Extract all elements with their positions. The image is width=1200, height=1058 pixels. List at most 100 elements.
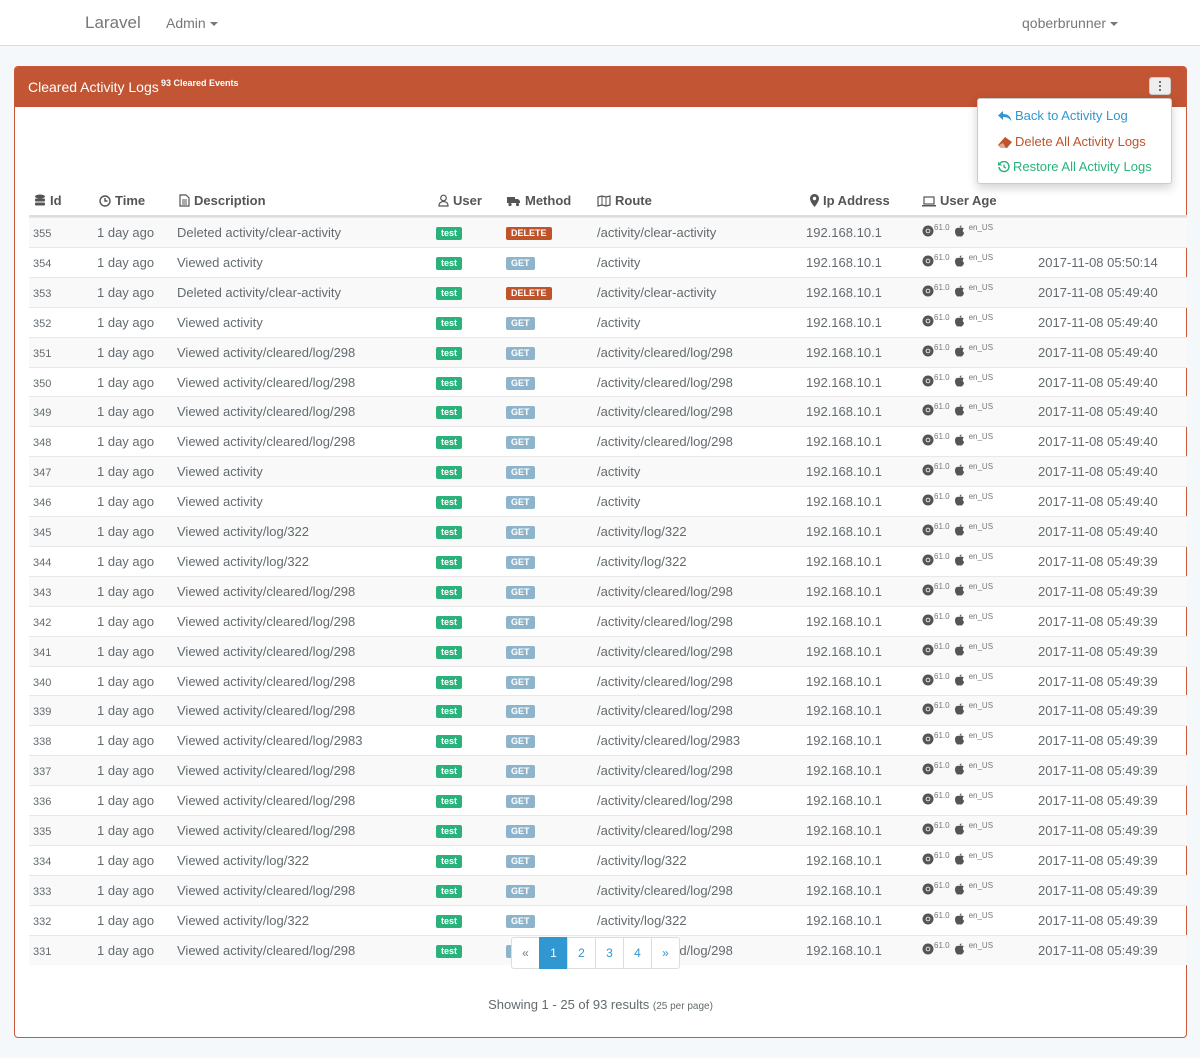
user-label[interactable]: test — [436, 944, 463, 958]
header-user[interactable]: User — [438, 193, 482, 208]
user-label[interactable]: test — [436, 555, 463, 569]
user-menu[interactable]: qoberbrunner — [1022, 15, 1119, 31]
header-route[interactable]: Route — [597, 193, 652, 208]
header-time[interactable]: Time — [99, 193, 145, 208]
user-label[interactable]: test — [436, 227, 463, 240]
locale: en_US — [968, 641, 994, 651]
header-ip[interactable]: Ip Address — [810, 193, 890, 208]
user-label[interactable]: test — [436, 825, 463, 838]
user-label[interactable]: test — [436, 735, 463, 749]
table-row[interactable]: 343 1 day ago Viewed activity/cleared/log/… — [29, 575, 1187, 606]
table-row[interactable]: 335 1 day ago Viewed activity/cleared/log/… — [29, 815, 1187, 845]
user-label[interactable]: test — [436, 795, 463, 809]
user-label[interactable]: test — [436, 675, 463, 689]
header-id[interactable]: Id — [34, 193, 62, 208]
apple-icon — [954, 434, 964, 446]
table-row[interactable]: 344 1 day ago Viewed activity/log/322 test G… — [29, 545, 1187, 576]
table-row[interactable]: 345 1 day ago Viewed activity/log/322 test G… — [29, 516, 1187, 546]
user-label[interactable]: test — [436, 256, 463, 270]
user-label[interactable]: test — [436, 585, 463, 599]
page-link-2[interactable]: 2 — [567, 937, 596, 969]
chrome-icon — [922, 793, 934, 805]
user-label[interactable]: test — [436, 406, 463, 420]
user-label[interactable]: test — [436, 436, 463, 450]
table-row[interactable]: 347 1 day ago Viewed activity test GET/activ… — [29, 456, 1187, 487]
user-label[interactable]: test — [436, 615, 463, 629]
cell-ip: 192.168.10.1 — [806, 942, 882, 958]
user-label[interactable]: test — [436, 705, 463, 719]
cell-route: /activity/log/322 — [597, 852, 687, 868]
next-page-link[interactable]: » — [651, 937, 680, 969]
user-label[interactable]: test — [436, 346, 463, 360]
kebab-menu-button[interactable] — [1149, 77, 1171, 95]
cell-date: 2017-11-08 05:49:39 — [1038, 673, 1158, 689]
user-label[interactable]: test — [436, 526, 463, 539]
user-label[interactable]: test — [436, 765, 463, 779]
locale: en_US — [968, 731, 994, 741]
locale: en_US — [968, 910, 994, 920]
table-row[interactable]: 341 1 day ago Viewed activity/cleared/log/… — [29, 635, 1187, 666]
page-link-3[interactable]: 3 — [595, 937, 624, 969]
cell-user-agent: 61.0 en_US — [922, 582, 993, 596]
chrome-icon — [922, 674, 934, 685]
cell-time: 1 day ago — [97, 882, 155, 898]
chrome-icon — [922, 285, 934, 297]
table-row[interactable]: 346 1 day ago Viewed activity test GET/activ… — [29, 486, 1187, 516]
table-row[interactable]: 340 1 day ago Viewed activity/cleared/log/… — [29, 665, 1187, 696]
header-method[interactable]: Method — [507, 193, 571, 208]
cell-route: /activity/log/322 — [597, 524, 687, 539]
browser-version: 61.0 — [934, 252, 950, 262]
table-row[interactable]: 355 1 day ago Deleted activity/clear-activ… — [29, 217, 1187, 247]
cell-id: 333 — [33, 885, 52, 898]
page-link-1[interactable]: 1 — [539, 937, 568, 969]
table-row[interactable]: 351 1 day ago Viewed activity/cleared/log/… — [29, 336, 1187, 367]
chrome-icon — [922, 464, 934, 476]
chrome-icon — [922, 494, 934, 506]
apple-icon — [954, 823, 964, 835]
user-label[interactable]: test — [436, 376, 463, 390]
apple-icon — [954, 853, 964, 865]
table-row[interactable]: 339 1 day ago Viewed activity/cleared/log/… — [29, 695, 1187, 726]
cell-description: Viewed activity/log/322 — [177, 553, 310, 569]
table-row[interactable]: 337 1 day ago Viewed activity/cleared/log/… — [29, 755, 1187, 786]
user-label[interactable]: test — [436, 466, 463, 480]
cell-description: Viewed activity/cleared/log/298 — [177, 344, 356, 360]
user-label[interactable]: test — [436, 286, 463, 300]
user-label[interactable]: test — [436, 496, 463, 510]
cell-user-agent: 61.0 en_US — [922, 283, 993, 297]
table-row[interactable]: 350 1 day ago Viewed activity/cleared/log/… — [29, 366, 1187, 397]
table-row[interactable]: 349 1 day ago Viewed activity/cleared/log/… — [29, 396, 1187, 427]
table-row[interactable]: 334 1 day ago Viewed activity/log/322 test G… — [29, 844, 1187, 875]
cell-date: 2017-11-08 05:49:39 — [1038, 823, 1158, 838]
locale: en_US — [968, 492, 994, 502]
cell-user-agent: 61.0 en_US — [922, 432, 993, 446]
user-label[interactable]: test — [436, 316, 463, 330]
cell-user-agent: 61.0 en_US — [922, 373, 993, 387]
delete-all-logs-link[interactable]: Delete All Activity Logs — [998, 134, 1146, 149]
locale: en_US — [968, 462, 994, 472]
brand-link[interactable]: Laravel — [85, 13, 141, 33]
page-link-4[interactable]: 4 — [623, 937, 652, 969]
user-label[interactable]: test — [436, 854, 463, 868]
table-row[interactable]: 353 1 day ago Deleted activity/clear-activ… — [29, 276, 1187, 307]
prev-page-link[interactable]: « — [511, 937, 540, 969]
method-label: GET — [506, 615, 535, 629]
cell-date: 2017-11-08 05:49:39 — [1038, 942, 1158, 958]
table-row[interactable]: 336 1 day ago Viewed activity/cleared/log/… — [29, 785, 1187, 815]
table-row[interactable]: 342 1 day ago Viewed activity/cleared/log/… — [29, 605, 1187, 636]
header-description[interactable]: Description — [179, 193, 266, 208]
table-row[interactable]: 338 1 day ago Viewed activity/cleared/log/… — [29, 725, 1187, 755]
user-label[interactable]: test — [436, 884, 463, 898]
restore-all-logs-link[interactable]: Restore All Activity Logs — [998, 159, 1152, 174]
cell-date: 2017-11-08 05:49:39 — [1038, 763, 1158, 779]
table-row[interactable]: 333 1 day ago Viewed activity/cleared/log/… — [29, 874, 1187, 905]
table-row[interactable]: 332 1 day ago Viewed activity/log/322 test G… — [29, 904, 1187, 935]
table-row[interactable]: 348 1 day ago Viewed activity/cleared/log/… — [29, 426, 1187, 456]
header-user-agent[interactable]: User Age — [922, 193, 997, 208]
admin-menu[interactable]: Admin — [166, 15, 218, 31]
table-row[interactable]: 354 1 day ago Viewed activity test GET/activ… — [29, 246, 1187, 277]
user-label[interactable]: test — [436, 645, 463, 659]
user-label[interactable]: test — [436, 914, 463, 928]
table-row[interactable]: 352 1 day ago Viewed activity test GET/activ… — [29, 306, 1187, 337]
back-to-activity-log-link[interactable]: Back to Activity Log — [998, 108, 1128, 123]
